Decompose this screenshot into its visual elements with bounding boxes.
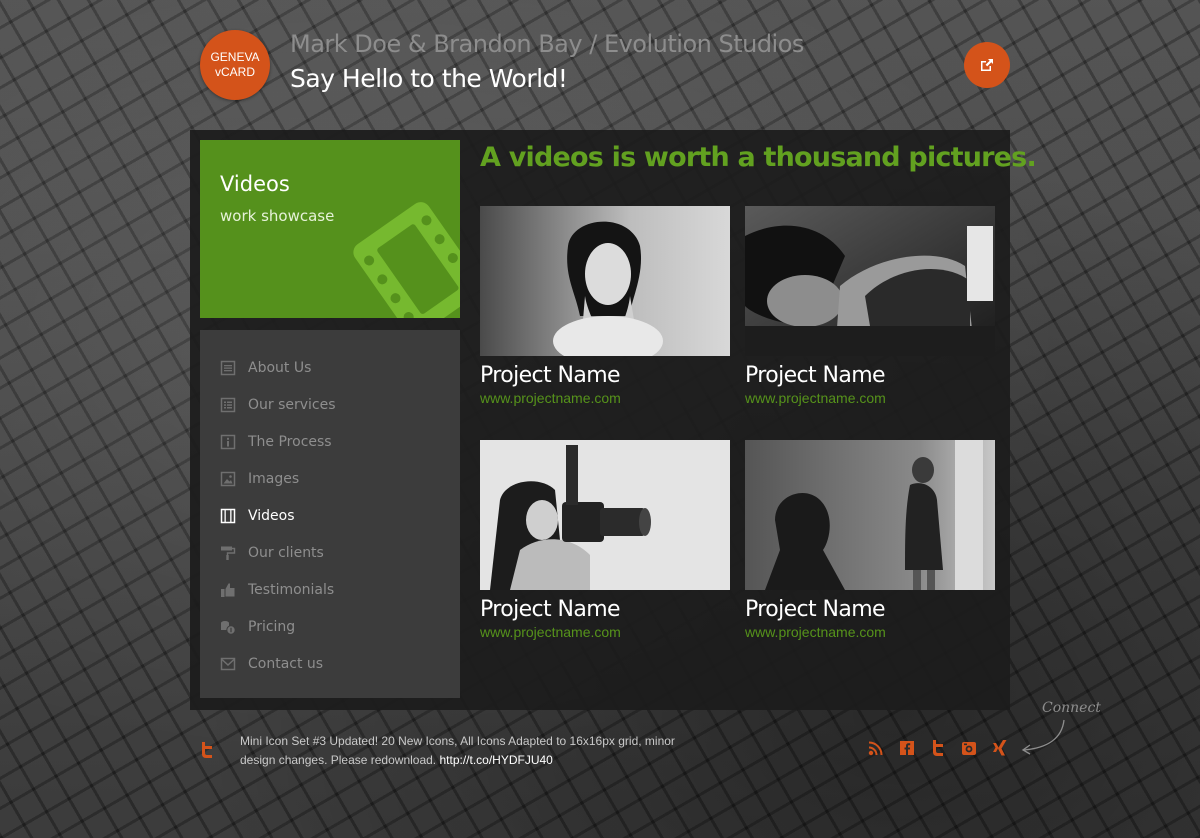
project-link[interactable]: www.projectname.com	[745, 624, 995, 640]
sidebar-item-label: Videos	[248, 507, 295, 524]
sidebar-item-label: Images	[248, 470, 300, 487]
sidebar-item-pricing[interactable]: Pricing	[200, 608, 460, 645]
image-icon	[220, 471, 236, 486]
twitter-icon[interactable]	[930, 740, 946, 756]
sidebar-item-testimonials[interactable]: Testimonials	[200, 571, 460, 608]
project-name: Project Name	[745, 363, 886, 388]
external-link-icon	[981, 59, 993, 71]
sidebar-nav: About Us Our services The Process Images…	[200, 330, 460, 698]
external-link-button[interactable]	[964, 42, 1010, 88]
xing-icon[interactable]	[992, 740, 1008, 756]
project-thumbnail[interactable]	[480, 440, 730, 590]
logo-line-2: vCARD	[214, 65, 255, 79]
sidebar-item-images[interactable]: Images	[200, 460, 460, 497]
rss-icon[interactable]	[868, 740, 884, 756]
page-title: Mark Doe & Brandon Bay / Evolution Studi…	[290, 30, 804, 58]
thumbs-up-icon	[221, 583, 235, 597]
project-link[interactable]: www.projectname.com	[480, 624, 730, 640]
project-card: Project Name www.projectname.com	[480, 206, 730, 406]
sidebar-item-our-clients[interactable]: Our clients	[200, 534, 460, 571]
main-headline: A videos is worth a thousand pictures.	[480, 142, 1037, 173]
project-link[interactable]: www.projectname.com	[480, 390, 730, 406]
project-thumbnail[interactable]	[745, 206, 995, 356]
project-name: Project Name	[480, 597, 621, 622]
facebook-icon[interactable]	[899, 740, 915, 756]
flickr-icon[interactable]	[961, 740, 977, 756]
latest-tweet: Mini Icon Set #3 Updated! 20 New Icons, …	[240, 732, 700, 770]
section-title: Videos	[220, 172, 290, 196]
content-panel: Videos work showcase About Us Our servic…	[190, 130, 1037, 710]
project-card: Project Name www.projectname.com	[745, 206, 995, 406]
mail-icon	[220, 657, 236, 670]
document-icon	[220, 360, 236, 375]
sidebar-item-about-us[interactable]: About Us	[200, 349, 460, 386]
section-subtitle: work showcase	[220, 207, 335, 225]
project-name: Project Name	[745, 597, 886, 622]
sidebar-item-label: About Us	[248, 359, 312, 376]
project-grid: Project Name www.projectname.com Project…	[480, 206, 995, 646]
connect-label: Connect	[1042, 700, 1101, 716]
twitter-icon[interactable]	[200, 742, 214, 758]
roller-icon	[221, 546, 236, 560]
project-link[interactable]: www.projectname.com	[745, 390, 995, 406]
sidebar-item-label: The Process	[248, 433, 332, 450]
coins-icon	[221, 620, 236, 635]
sidebar-item-contact-us[interactable]: Contact us	[200, 645, 460, 682]
film-strip-icon	[353, 202, 460, 318]
curved-arrow-icon	[1021, 719, 1065, 755]
project-thumbnail[interactable]	[745, 440, 995, 590]
list-icon	[220, 397, 236, 412]
page-tagline: Say Hello to the World!	[290, 64, 568, 93]
film-icon	[220, 508, 236, 523]
sidebar-item-label: Pricing	[248, 618, 296, 635]
sidebar-item-label: Testimonials	[248, 581, 335, 598]
sidebar-item-the-process[interactable]: The Process	[200, 423, 460, 460]
project-name: Project Name	[480, 363, 621, 388]
info-icon	[220, 434, 236, 449]
social-links	[868, 740, 1023, 756]
section-card: Videos work showcase	[200, 140, 460, 318]
sidebar-item-videos[interactable]: Videos	[200, 497, 460, 534]
project-card: Project Name www.projectname.com	[480, 440, 730, 640]
project-card: Project Name www.projectname.com	[745, 440, 995, 640]
sidebar-item-our-services[interactable]: Our services	[200, 386, 460, 423]
logo-badge[interactable]: GENEVA vCARD	[200, 30, 270, 100]
logo-line-1: GENEVA	[210, 50, 260, 64]
sidebar-item-label: Our services	[248, 396, 336, 413]
project-thumbnail[interactable]	[480, 206, 730, 356]
tweet-link[interactable]: http://t.co/HYDFJU40	[439, 753, 552, 767]
sidebar-item-label: Contact us	[248, 655, 324, 672]
sidebar-item-label: Our clients	[248, 544, 324, 561]
